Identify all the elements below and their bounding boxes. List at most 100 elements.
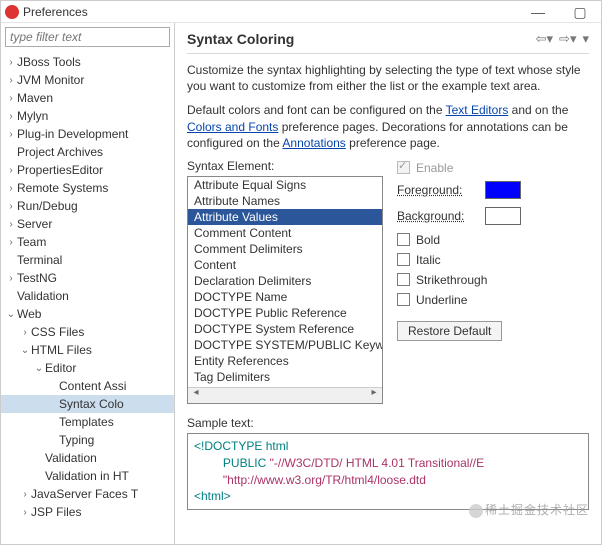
chevron-right-icon[interactable]: › [19,489,31,500]
colors-fonts-link[interactable]: Colors and Fonts [187,120,278,134]
listbox-hscrollbar[interactable]: ◂ ▸ [188,387,382,403]
list-item[interactable]: Entity References [188,353,382,369]
chevron-right-icon[interactable]: › [5,201,17,212]
tree-item[interactable]: ⌄HTML Files [1,341,174,359]
italic-label: Italic [416,253,441,267]
maximize-button[interactable]: ▢ [559,1,601,23]
filter-input[interactable] [5,27,170,47]
text-editors-link[interactable]: Text Editors [446,103,509,117]
chevron-right-icon[interactable]: › [5,111,17,122]
tree-item-label: HTML Files [31,343,92,357]
tree-item[interactable]: ›PropertiesEditor [1,161,174,179]
tree-item[interactable]: Project Archives [1,143,174,161]
foreground-swatch[interactable] [485,181,521,199]
back-icon[interactable]: ⇦▾ [536,31,553,47]
sample-label: Sample text: [187,416,589,430]
list-item[interactable]: DOCTYPE SYSTEM/PUBLIC Keywo [188,337,382,353]
list-item[interactable]: Attribute Values [188,209,382,225]
tree-item-label: JVM Monitor [17,73,84,87]
tree-item[interactable]: ›JBoss Tools [1,53,174,71]
list-item[interactable]: DOCTYPE System Reference [188,321,382,337]
tree-item[interactable]: ⌄Web [1,305,174,323]
tree-item-label: Maven [17,91,53,105]
minimize-button[interactable]: — [517,1,559,23]
menu-icon[interactable]: ▾ [582,31,589,47]
tree-item-label: Mylyn [17,109,48,123]
preferences-tree[interactable]: ›JBoss Tools›JVM Monitor›Maven›Mylyn›Plu… [1,51,174,523]
tree-item[interactable]: ›Plug-in Development [1,125,174,143]
background-swatch[interactable] [485,207,521,225]
tree-item[interactable]: Validation [1,449,174,467]
tree-item[interactable]: Templates [1,413,174,431]
tree-item[interactable]: ›CSS Files [1,323,174,341]
tree-item-label: Team [17,235,46,249]
tree-item-label: Server [17,217,52,231]
tree-item[interactable]: ›JSP Files [1,503,174,521]
sample-text[interactable]: <!DOCTYPE html PUBLIC "-//W3C/DTD/ HTML … [187,433,589,510]
underline-checkbox[interactable] [397,293,410,306]
list-item[interactable]: Comment Delimiters [188,241,382,257]
tree-item[interactable]: ›JVM Monitor [1,71,174,89]
tree-item[interactable]: Content Assi [1,377,174,395]
tree-item[interactable]: Validation in HT [1,467,174,485]
preferences-tree-panel: ›JBoss Tools›JVM Monitor›Maven›Mylyn›Plu… [1,23,175,544]
strike-checkbox[interactable] [397,273,410,286]
tree-item[interactable]: Terminal [1,251,174,269]
list-item[interactable]: Attribute Names [188,193,382,209]
chevron-right-icon[interactable]: › [5,75,17,86]
chevron-down-icon[interactable]: ⌄ [33,363,45,374]
tree-item[interactable]: Typing [1,431,174,449]
tree-item-label: Validation [45,451,97,465]
annotations-link[interactable]: Annotations [282,136,345,150]
tree-item[interactable]: ⌄Editor [1,359,174,377]
italic-checkbox[interactable] [397,253,410,266]
tree-item[interactable]: ›TestNG [1,269,174,287]
tree-item[interactable]: ›Team [1,233,174,251]
list-item[interactable]: Content [188,257,382,273]
bold-checkbox[interactable] [397,233,410,246]
tree-item[interactable]: ›Server [1,215,174,233]
foreground-label: Foreground: [397,183,477,197]
list-item[interactable]: DOCTYPE Public Reference [188,305,382,321]
chevron-right-icon[interactable]: › [5,183,17,194]
tree-item[interactable]: ›Run/Debug [1,197,174,215]
tree-item[interactable]: ›Mylyn [1,107,174,125]
chevron-right-icon[interactable]: › [5,219,17,230]
restore-default-button[interactable]: Restore Default [397,321,502,341]
chevron-right-icon[interactable]: › [5,93,17,104]
scroll-left-icon[interactable]: ◂ [188,387,204,403]
enable-label: Enable [416,161,453,175]
scroll-right-icon[interactable]: ▸ [366,387,382,403]
chevron-right-icon[interactable]: › [19,507,31,518]
tree-item-label: Typing [59,433,94,447]
list-item[interactable]: DOCTYPE Name [188,289,382,305]
tree-item[interactable]: ›Remote Systems [1,179,174,197]
list-item[interactable]: Comment Content [188,225,382,241]
tree-item[interactable]: ›Maven [1,89,174,107]
list-item[interactable]: Declaration Delimiters [188,273,382,289]
tree-item-label: Validation in HT [45,469,129,483]
list-item[interactable]: Tag Delimiters [188,369,382,385]
app-icon [5,5,19,19]
tree-item-label: JBoss Tools [17,55,81,69]
window-title: Preferences [23,1,88,23]
forward-icon[interactable]: ⇨▾ [559,31,576,47]
list-item[interactable]: Attribute Equal Signs [188,177,382,193]
chevron-down-icon[interactable]: ⌄ [19,345,31,356]
tree-item-label: JavaServer Faces T [31,487,138,501]
tree-item[interactable]: Validation [1,287,174,305]
chevron-right-icon[interactable]: › [19,327,31,338]
chevron-right-icon[interactable]: › [5,273,17,284]
tree-item-label: Syntax Colo [59,397,124,411]
syntax-element-list[interactable]: Attribute Equal SignsAttribute NamesAttr… [187,176,383,404]
chevron-right-icon[interactable]: › [5,129,17,140]
tree-item[interactable]: ›JavaServer Faces T [1,485,174,503]
chevron-right-icon[interactable]: › [5,237,17,248]
chevron-right-icon[interactable]: › [5,57,17,68]
strike-label: Strikethrough [416,273,487,287]
tree-item[interactable]: Syntax Colo [1,395,174,413]
chevron-down-icon[interactable]: ⌄ [5,309,17,320]
chevron-right-icon[interactable]: › [5,165,17,176]
preference-page: Syntax Coloring ⇦▾ ⇨▾ ▾ Customize the sy… [175,23,601,544]
tree-item-label: PropertiesEditor [17,163,103,177]
